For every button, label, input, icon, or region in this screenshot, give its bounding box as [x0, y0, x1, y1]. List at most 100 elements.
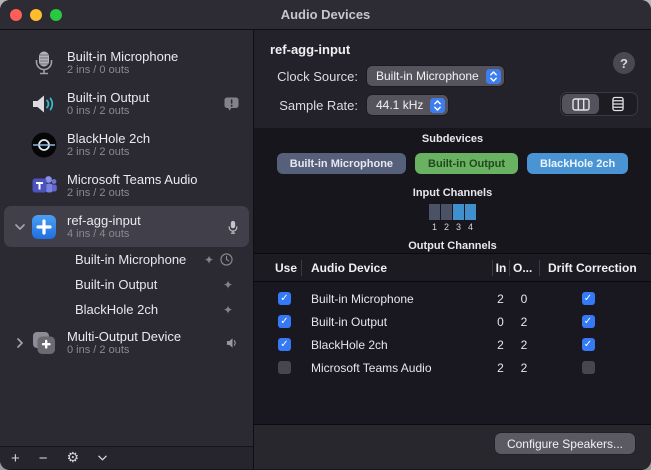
device-io-count: 4 ins / 4 outs: [67, 228, 227, 241]
add-device-button[interactable]: +: [11, 451, 20, 466]
signal-icon: ✦: [223, 279, 233, 291]
use-checkbox[interactable]: [278, 292, 291, 305]
channel-box: [453, 204, 464, 220]
table-row: BlackHole 2ch 2 2: [254, 333, 651, 356]
table-row: Microsoft Teams Audio 2 2: [254, 356, 651, 379]
sidebar-subitem-blackhole-2ch[interactable]: BlackHole 2ch ✦: [0, 297, 253, 322]
sample-rate-value: 44.1 kHz: [376, 98, 423, 112]
device-name: Built-in Microphone: [67, 49, 239, 64]
minimize-button[interactable]: [30, 9, 42, 21]
gear-icon[interactable]: ⚙: [67, 451, 80, 465]
chevron-down-icon[interactable]: [98, 455, 107, 461]
table-cell-device: Built-in Microphone: [301, 292, 492, 306]
detail-footer: Configure Speakers...: [254, 424, 651, 469]
sidebar-item-built-in-microphone[interactable]: Built-in Microphone 2 ins / 0 outs: [4, 42, 249, 83]
sidebar-subitem-built-in-output[interactable]: Built-in Output ✦: [0, 272, 253, 297]
sample-rate-popup[interactable]: 44.1 kHz: [367, 95, 448, 115]
popup-stepper-icon: [486, 69, 501, 84]
device-name: BlackHole 2ch: [67, 131, 239, 146]
multi-output-icon: [30, 329, 58, 357]
table-cell-out: 0: [509, 292, 539, 306]
audio-devices-window: Audio Devices B: [0, 0, 651, 470]
device-list: Built-in Microphone 2 ins / 0 outs: [0, 30, 253, 446]
output-speaker-icon: [226, 337, 239, 349]
channel-box: [465, 204, 476, 220]
blackhole-icon: [30, 131, 58, 159]
drift-correction-checkbox[interactable]: [582, 338, 595, 351]
column-header-drift-correction: Drift Correction: [539, 260, 637, 276]
use-checkbox[interactable]: [278, 338, 291, 351]
subdevice-pill[interactable]: BlackHole 2ch: [527, 153, 628, 174]
table-cell-out: 2: [509, 361, 539, 375]
zoom-button[interactable]: [50, 9, 62, 21]
table-header: Use Audio Device In O... Drift Correctio…: [254, 254, 651, 282]
columns-view-segment[interactable]: [562, 94, 599, 114]
clock-source-popup[interactable]: Built-in Microphone: [367, 66, 504, 86]
sidebar-item-multi-output-device[interactable]: Multi-Output Device 0 ins / 2 outs: [4, 322, 249, 363]
rows-icon: [612, 96, 624, 112]
channel-numbers: 1 2 3 4: [254, 222, 651, 232]
table-cell-out: 2: [509, 338, 539, 352]
output-channels-title: Output Channels: [254, 240, 651, 252]
device-io-count: 2 ins / 0 outs: [67, 64, 239, 77]
chevron-right-icon[interactable]: [10, 338, 30, 348]
device-detail-panel: ref-agg-input ? Clock Source: Built-in M…: [254, 30, 651, 469]
remove-device-button[interactable]: −: [39, 451, 48, 466]
popup-stepper-icon: [430, 98, 445, 113]
table-cell-in: 2: [492, 338, 509, 352]
subdevice-name: Built-in Output: [75, 277, 223, 292]
configure-speakers-button[interactable]: Configure Speakers...: [495, 433, 635, 454]
use-checkbox[interactable]: [278, 315, 291, 328]
signal-icon: ✦: [223, 304, 233, 316]
help-button[interactable]: ?: [613, 52, 635, 74]
device-name: Built-in Output: [67, 90, 224, 105]
column-header-out: O...: [509, 260, 539, 276]
rows-view-segment[interactable]: [599, 94, 636, 114]
table-cell-device: BlackHole 2ch: [301, 338, 492, 352]
channel-box: [429, 204, 440, 220]
teams-icon: [30, 172, 58, 200]
aggregate-device-icon: [30, 213, 58, 241]
layout-segmented-control: [560, 92, 638, 116]
column-header-in: In: [492, 260, 509, 276]
table-cell-device: Built-in Output: [301, 315, 492, 329]
device-io-count: 2 ins / 2 outs: [67, 146, 239, 159]
device-io-count: 0 ins / 2 outs: [67, 105, 224, 118]
alert-bubble-icon: [224, 97, 239, 111]
table-row: Built-in Microphone 2 0: [254, 287, 651, 310]
input-microphone-icon: [227, 219, 239, 235]
subdevice-pill[interactable]: Built-in Output: [415, 153, 518, 174]
use-checkbox[interactable]: [278, 361, 291, 374]
subdevice-pill[interactable]: Built-in Microphone: [277, 153, 406, 174]
subdevice-name: BlackHole 2ch: [75, 302, 223, 317]
subdevices-section: Subdevices Built-in Microphone Built-in …: [254, 128, 651, 253]
table-cell-in: 0: [492, 315, 509, 329]
column-header-audio-device: Audio Device: [301, 260, 492, 276]
channel-box: [441, 204, 452, 220]
table-cell-in: 2: [492, 361, 509, 375]
table-row: Built-in Output 0 2: [254, 310, 651, 333]
input-channels-title: Input Channels: [254, 187, 651, 199]
device-name: Multi-Output Device: [67, 329, 226, 344]
sidebar-item-microsoft-teams-audio[interactable]: Microsoft Teams Audio 2 ins / 2 outs: [4, 165, 249, 206]
chevron-down-icon[interactable]: [10, 224, 30, 230]
column-header-use: Use: [268, 260, 301, 276]
sidebar-item-built-in-output[interactable]: Built-in Output 0 ins / 2 outs: [4, 83, 249, 124]
clock-source-value: Built-in Microphone: [376, 69, 479, 83]
close-button[interactable]: [10, 9, 22, 21]
clock-icon: [220, 253, 233, 266]
table-cell-out: 2: [509, 315, 539, 329]
drift-correction-checkbox[interactable]: [582, 361, 595, 374]
title-bar[interactable]: Audio Devices: [0, 0, 651, 30]
speaker-icon: [30, 90, 58, 118]
sidebar-item-blackhole-2ch[interactable]: BlackHole 2ch 2 ins / 2 outs: [4, 124, 249, 165]
device-name: ref-agg-input: [67, 213, 227, 228]
device-sidebar: Built-in Microphone 2 ins / 0 outs: [0, 30, 254, 469]
drift-correction-checkbox[interactable]: [582, 292, 595, 305]
drift-correction-checkbox[interactable]: [582, 315, 595, 328]
sidebar-item-ref-agg-input[interactable]: ref-agg-input 4 ins / 4 outs: [4, 206, 249, 247]
sample-rate-label: Sample Rate:: [270, 98, 358, 113]
sidebar-subitem-built-in-microphone[interactable]: Built-in Microphone ✦: [0, 247, 253, 272]
table-cell-in: 2: [492, 292, 509, 306]
detail-header: ref-agg-input ? Clock Source: Built-in M…: [254, 30, 651, 128]
